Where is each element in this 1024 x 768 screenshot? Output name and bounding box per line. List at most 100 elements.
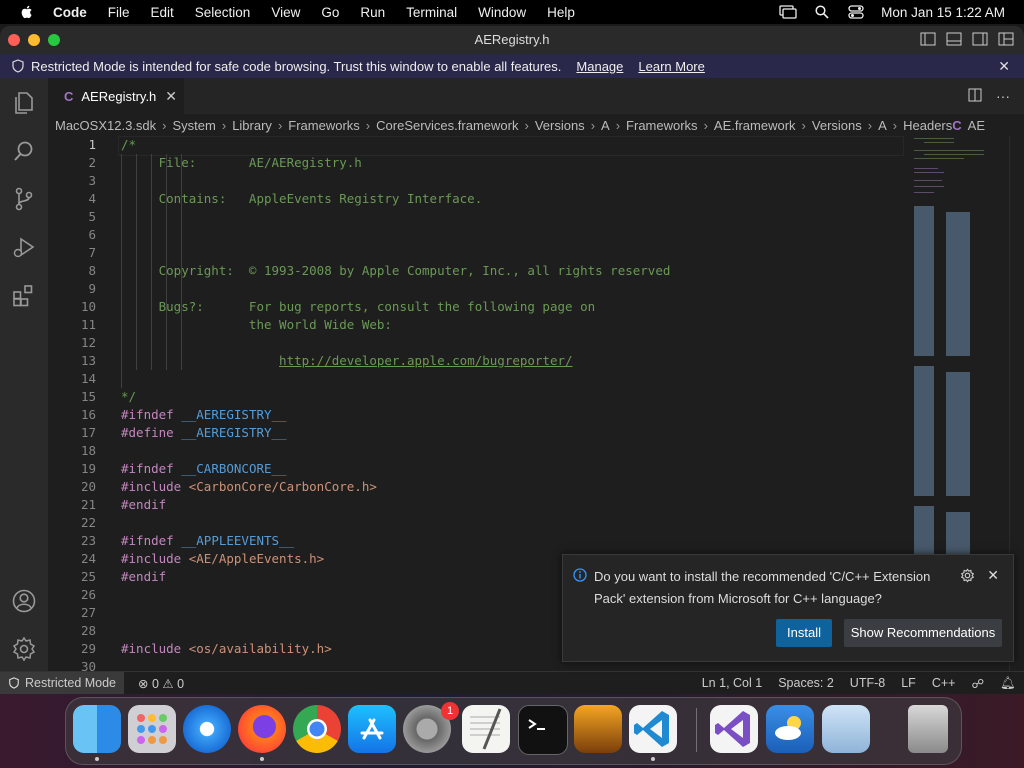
shield-icon (12, 59, 24, 73)
breadcrumb-item[interactable]: Versions (812, 118, 862, 133)
toggle-secondary-sidebar-icon[interactable] (972, 32, 988, 46)
show-recommendations-button[interactable]: Show Recommendations (844, 619, 1002, 647)
more-actions-icon[interactable]: ··· (996, 88, 1010, 105)
code-token: __AEREGISTRY__ (181, 407, 287, 422)
control-center-icon[interactable] (847, 5, 865, 19)
notifications-bell-icon[interactable]: 🔔︎ (1000, 676, 1016, 691)
spotlight-search-icon[interactable] (813, 5, 831, 19)
menu-window[interactable]: Window (478, 5, 526, 20)
line-number: 14 (80, 371, 96, 386)
title-bar: AERegistry.h (0, 26, 1024, 54)
eol-status[interactable]: LF (901, 676, 916, 690)
customize-layout-icon[interactable] (998, 32, 1014, 46)
terminal-icon[interactable] (518, 705, 568, 755)
indentation-status[interactable]: Spaces: 2 (778, 676, 834, 690)
breadcrumb-item[interactable]: MacOSX12.3.sdk (55, 118, 156, 133)
launchpad-icon[interactable] (128, 705, 176, 753)
close-tab-icon[interactable]: ✕ (165, 88, 177, 105)
breadcrumb-item[interactable]: AE.framework (714, 118, 796, 133)
source-control-icon[interactable] (11, 186, 37, 212)
breadcrumb-item[interactable]: Headers (903, 118, 952, 133)
code-token: Bugs?: For bug reports, consult the foll… (121, 299, 596, 314)
line-number: 28 (80, 623, 96, 638)
gear-icon[interactable] (960, 568, 975, 583)
menu-edit[interactable]: Edit (151, 5, 174, 20)
menu-terminal[interactable]: Terminal (406, 5, 457, 20)
app-menu[interactable]: Code (53, 5, 87, 20)
code-token: <CarbonCore/CarbonCore.h> (188, 479, 377, 494)
weather-icon[interactable] (766, 705, 814, 753)
accounts-icon[interactable] (11, 588, 37, 614)
explorer-icon[interactable] (11, 90, 37, 116)
code-token: #endif (121, 497, 167, 512)
vscode-icon[interactable] (629, 705, 677, 753)
code-text: #endif (121, 568, 166, 586)
menu-run[interactable]: Run (360, 5, 385, 20)
preview-icon[interactable] (822, 705, 870, 753)
search-icon[interactable] (11, 138, 37, 164)
textedit-icon[interactable] (462, 705, 510, 753)
install-button[interactable]: Install (776, 619, 832, 647)
code-text: #ifndef __APPLEEVENTS__ (121, 532, 294, 550)
menu-file[interactable]: File (108, 5, 130, 20)
garageband-icon[interactable] (574, 705, 622, 753)
apple-icon[interactable] (19, 4, 35, 20)
breadcrumb-item[interactable]: A (878, 118, 887, 133)
extension-recommendation-toast: Do you want to install the recommended '… (562, 554, 1014, 662)
menu-help[interactable]: Help (547, 5, 575, 20)
trash-icon[interactable] (908, 705, 948, 753)
chrome-icon[interactable] (293, 705, 341, 753)
visual-studio-icon[interactable] (710, 705, 758, 753)
breadcrumb-item[interactable]: CoreServices.framework (376, 118, 518, 133)
code-text: #include <AE/AppleEvents.h> (121, 550, 324, 568)
toggle-primary-sidebar-icon[interactable] (920, 32, 936, 46)
code-token: #include (121, 551, 189, 566)
breadcrumb-item[interactable]: AE (968, 118, 985, 133)
app-store-icon[interactable] (348, 705, 396, 753)
language-mode[interactable]: C++ (932, 676, 956, 690)
manage-gear-icon[interactable] (11, 636, 37, 662)
manage-link[interactable]: Manage (576, 59, 623, 74)
extensions-icon[interactable] (11, 282, 37, 308)
window-title: AERegistry.h (474, 32, 550, 47)
code-line: 13 http://developer.apple.com/bugreporte… (48, 352, 1024, 370)
breadcrumb-item[interactable]: System (173, 118, 216, 133)
code-line: 15 */ (48, 388, 1024, 406)
breadcrumb-item[interactable]: Library (232, 118, 272, 133)
breadcrumb-item[interactable]: Versions (535, 118, 585, 133)
split-editor-icon[interactable] (968, 88, 982, 105)
screen-mirroring-icon[interactable] (779, 5, 797, 19)
close-icon[interactable]: ✕ (998, 58, 1010, 75)
close-icon[interactable]: ✕ (987, 567, 999, 584)
menubar-clock[interactable]: Mon Jan 15 1:22 AM (881, 5, 1005, 20)
feedback-icon[interactable]: ☍ (971, 676, 984, 691)
learn-more-link[interactable]: Learn More (638, 59, 704, 74)
code-line: 23 #ifndef __APPLEEVENTS__ (48, 532, 1024, 550)
encoding-status[interactable]: UTF-8 (850, 676, 885, 690)
finder-icon[interactable] (73, 705, 121, 753)
menu-view[interactable]: View (271, 5, 300, 20)
tab-aeregistry-h[interactable]: C AERegistry.h ✕ (48, 78, 184, 114)
code-text: /* (121, 136, 136, 154)
run-and-debug-icon[interactable] (11, 234, 37, 260)
code-line: 21 #endif (48, 496, 1024, 514)
breadcrumb-item[interactable]: Frameworks (626, 118, 698, 133)
firefox-icon[interactable] (238, 705, 286, 753)
line-number: 10 (80, 299, 96, 314)
c-file-icon: C (64, 88, 74, 104)
indent-guide (181, 154, 182, 370)
line-number: 9 (88, 281, 96, 296)
menu-go[interactable]: Go (321, 5, 339, 20)
cursor-position[interactable]: Ln 1, Col 1 (702, 676, 762, 690)
safari-icon[interactable] (183, 705, 231, 753)
code-token: http://developer.apple.com/bugreporter/ (279, 353, 573, 368)
breadcrumb-item[interactable]: A (601, 118, 610, 133)
problems-status[interactable]: ⊗ 0 ⚠ 0 (138, 676, 184, 691)
toggle-panel-icon[interactable] (946, 32, 962, 46)
restricted-mode-status[interactable]: Restricted Mode (0, 672, 125, 694)
editor-actions: ··· (954, 88, 1010, 105)
menu-selection[interactable]: Selection (195, 5, 251, 20)
breadcrumb-item[interactable]: Frameworks (288, 118, 360, 133)
code-text: http://developer.apple.com/bugreporter/ (121, 352, 573, 370)
